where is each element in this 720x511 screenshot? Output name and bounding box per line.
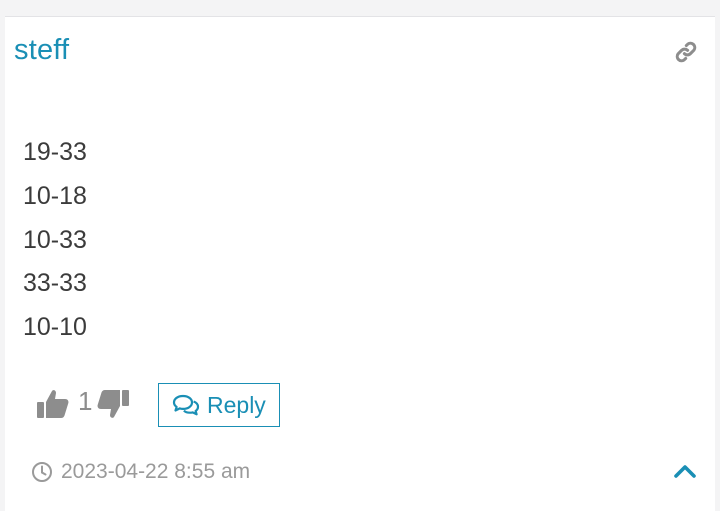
comment-card: steff 19-33 10-18 10-33 33-33 10-10 1 Re… xyxy=(5,16,715,511)
chat-bubbles-icon xyxy=(172,394,200,416)
reply-label: Reply xyxy=(207,391,266,418)
comment-line: 10-33 xyxy=(23,225,87,254)
reply-button[interactable]: Reply xyxy=(158,383,280,427)
comment-meta: 2023-04-22 8:55 am xyxy=(31,457,250,487)
comment-line: 10-10 xyxy=(23,313,87,342)
vote-count: 1 xyxy=(78,386,93,416)
comment-body: 19-33 10-18 10-33 33-33 10-10 xyxy=(23,134,87,353)
thumbs-up-icon[interactable] xyxy=(36,388,70,420)
comment-line: 19-33 xyxy=(23,138,87,166)
chevron-up-icon[interactable] xyxy=(673,462,697,480)
clock-icon xyxy=(32,462,52,482)
comment-actions: 1 Reply xyxy=(36,383,336,428)
comment-timestamp: 2023-04-22 8:55 am xyxy=(61,460,251,483)
comment-line: 10-18 xyxy=(23,181,87,210)
comment-author-link[interactable]: steff xyxy=(14,34,69,67)
thumbs-down-icon[interactable] xyxy=(96,388,130,420)
link-icon[interactable] xyxy=(673,39,699,65)
comment-line: 33-33 xyxy=(23,269,87,298)
